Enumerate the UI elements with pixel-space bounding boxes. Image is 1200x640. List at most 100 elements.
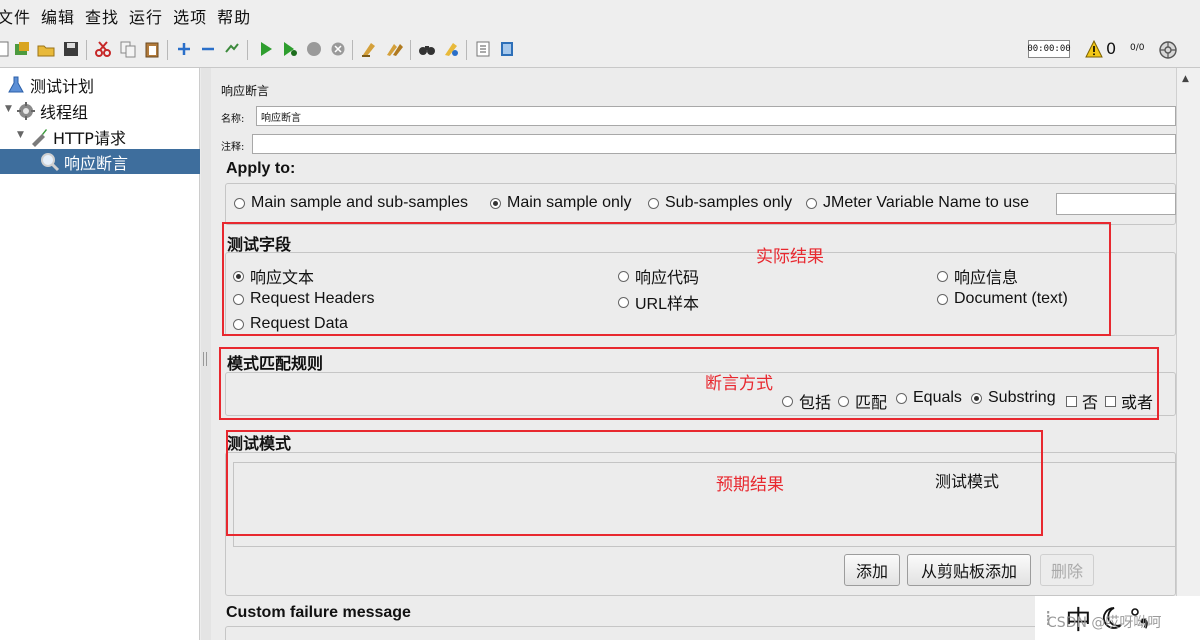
option-label: 或者	[1121, 395, 1154, 412]
remote-globe-icon[interactable]	[1158, 40, 1178, 60]
rule-matches-radio[interactable]: 匹配	[838, 389, 887, 413]
expand-icon[interactable]	[175, 40, 193, 58]
add-button[interactable]: 添加	[844, 554, 900, 586]
toolbar-separator	[86, 40, 87, 60]
vertical-scrollbar[interactable]	[1176, 68, 1200, 640]
radio-circle	[937, 270, 948, 282]
menu-run[interactable]: 运行	[129, 4, 163, 28]
expand-toggle-icon[interactable]: ▼	[5, 104, 12, 114]
stop-icon[interactable]	[305, 40, 323, 58]
warning-icon[interactable]	[1085, 40, 1103, 58]
expand-toggle-icon[interactable]: ▼	[17, 130, 24, 140]
field-response-code-radio[interactable]: 响应代码	[618, 264, 699, 288]
search-icon[interactable]	[418, 40, 436, 58]
option-label: JMeter Variable Name to use	[823, 194, 1030, 211]
jmeter-variable-input[interactable]	[1056, 193, 1176, 215]
menu-edit[interactable]: 编辑	[41, 4, 75, 28]
test-plan-icon	[8, 76, 24, 92]
custom-failure-group	[225, 626, 1176, 640]
radio-circle	[234, 197, 245, 209]
name-label: 名称:	[221, 114, 245, 125]
option-label: Substring	[988, 389, 1056, 406]
field-response-message-radio[interactable]: 响应信息	[937, 264, 1018, 288]
apply-main-only-radio[interactable]: Main sample only	[490, 194, 632, 212]
cut-icon[interactable]	[94, 40, 112, 58]
option-label: Main sample and sub-samples	[251, 194, 468, 211]
copy-icon[interactable]	[119, 40, 137, 58]
function-helper-icon[interactable]	[474, 40, 492, 58]
field-url-sample-radio[interactable]: URL样本	[618, 290, 699, 314]
tree-item-label: 测试计划	[30, 76, 95, 96]
watermark: CSDN @哎呀呦呵	[1047, 615, 1162, 631]
tree-item-response-assertion[interactable]: 响应断言	[0, 149, 200, 174]
elapsed-time: 00:00:00	[1027, 40, 1071, 58]
rule-equals-radio[interactable]: Equals	[896, 389, 962, 407]
delete-button[interactable]: 删除	[1040, 554, 1094, 586]
annotation-assertion-method: 断言方式	[705, 374, 773, 394]
menu-options[interactable]: 选项	[173, 4, 207, 28]
field-request-headers-radio[interactable]: Request Headers	[233, 290, 375, 308]
rule-contains-radio[interactable]: 包括	[782, 389, 831, 413]
option-label: Request Data	[250, 315, 348, 332]
warning-count: 0	[1106, 39, 1117, 58]
thread-group-icon	[17, 101, 35, 120]
toggle-icon[interactable]	[223, 40, 241, 58]
collapse-icon[interactable]	[199, 40, 217, 58]
option-label: Request Headers	[250, 290, 375, 307]
rule-not-checkbox[interactable]: 否	[1066, 389, 1098, 413]
patterns-table[interactable]: 测试模式	[233, 462, 1176, 547]
field-response-text-radio[interactable]: 响应文本	[233, 264, 314, 288]
pattern-rules-heading: 模式匹配规则	[227, 356, 324, 373]
new-icon[interactable]	[0, 40, 12, 58]
radio-circle	[838, 395, 849, 407]
divider-grip[interactable]	[203, 352, 207, 366]
field-document-text-radio[interactable]: Document (text)	[937, 290, 1068, 308]
radio-circle	[233, 293, 244, 305]
paste-icon[interactable]	[143, 40, 161, 58]
rule-substring-radio[interactable]: Substring	[971, 389, 1056, 407]
toolbar-separator	[352, 40, 353, 60]
comment-field[interactable]	[252, 134, 1176, 154]
option-label: Main sample only	[507, 194, 632, 211]
help-icon[interactable]	[498, 40, 516, 58]
option-label: URL样本	[635, 296, 700, 313]
clear-all-icon[interactable]	[385, 40, 403, 58]
radio-circle	[971, 392, 982, 404]
assertion-panel: 响应断言 名称: 响应断言 注释: Apply to: Main sample …	[211, 68, 1176, 640]
patterns-column-header[interactable]: 测试模式	[935, 468, 999, 492]
option-label: 响应信息	[954, 270, 1019, 287]
radio-circle	[896, 392, 907, 404]
reset-search-icon[interactable]	[442, 40, 460, 58]
field-request-data-radio[interactable]: Request Data	[233, 315, 348, 333]
radio-circle	[806, 197, 817, 209]
option-label: 否	[1082, 395, 1099, 412]
scroll-up-arrow-icon[interactable]: ▲	[1182, 74, 1189, 84]
start-icon[interactable]	[257, 40, 275, 58]
tree-item-test-plan[interactable]: 测试计划	[6, 72, 196, 97]
option-label: Document (text)	[954, 290, 1068, 307]
clear-icon[interactable]	[360, 40, 378, 58]
menu-bar: 文件 编辑 查找 运行 选项 帮助	[0, 0, 1200, 32]
radio-circle	[782, 395, 793, 407]
tree-item-label: 响应断言	[64, 153, 129, 173]
apply-main-and-sub-radio[interactable]: Main sample and sub-samples	[234, 194, 468, 212]
custom-failure-heading: Custom failure message	[226, 604, 411, 621]
radio-circle	[618, 270, 629, 282]
shutdown-icon[interactable]	[329, 40, 347, 58]
add-from-clipboard-button[interactable]: 从剪贴板添加	[907, 554, 1031, 586]
menu-file[interactable]: 文件	[0, 4, 31, 28]
save-icon[interactable]	[62, 40, 80, 58]
menu-search[interactable]: 查找	[85, 4, 119, 28]
apply-jmeter-variable-radio[interactable]: JMeter Variable Name to use	[806, 194, 1029, 212]
start-no-pause-icon[interactable]	[281, 40, 299, 58]
radio-circle	[618, 296, 629, 308]
menu-help[interactable]: 帮助	[217, 4, 251, 28]
rule-or-checkbox[interactable]: 或者	[1105, 389, 1153, 413]
open-icon[interactable]	[37, 40, 55, 58]
tree-item-thread-group[interactable]: 线程组	[16, 98, 196, 123]
name-field[interactable]: 响应断言	[256, 106, 1176, 126]
apply-sub-only-radio[interactable]: Sub-samples only	[648, 194, 792, 212]
radio-circle	[233, 318, 244, 330]
tree-item-http-request[interactable]: HTTP请求	[29, 124, 196, 149]
templates-icon[interactable]	[13, 40, 31, 58]
